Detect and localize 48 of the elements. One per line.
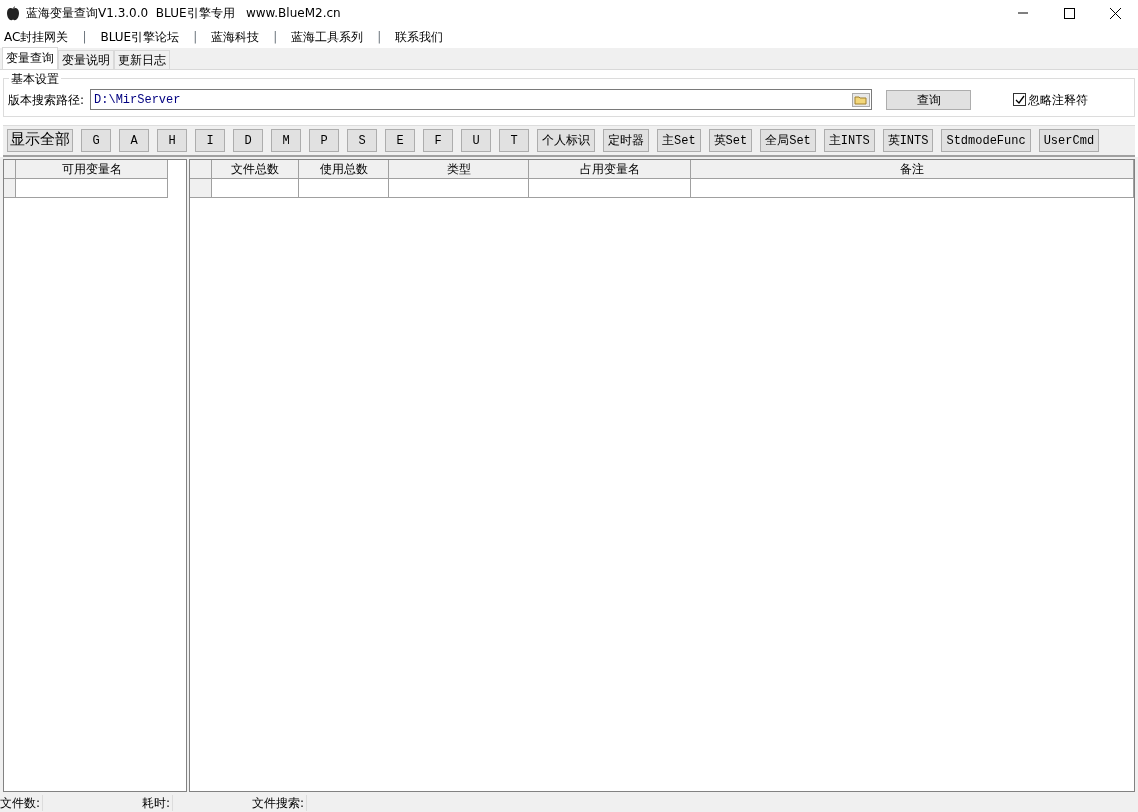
filter-button[interactable]: 主Set bbox=[657, 129, 701, 152]
status-label: 耗时: bbox=[142, 795, 172, 812]
tab[interactable]: 更新日志 bbox=[114, 50, 170, 69]
filter-button[interactable]: 英INTS bbox=[882, 129, 934, 152]
menu-item[interactable]: 联系我们 bbox=[395, 28, 444, 46]
filter-button[interactable]: H bbox=[157, 129, 187, 152]
filter-button[interactable]: 英Set bbox=[708, 129, 753, 152]
group-title: 基本设置 bbox=[9, 70, 61, 88]
tab[interactable]: 变量说明 bbox=[58, 50, 114, 69]
filter-button[interactable]: 显示全部 bbox=[7, 129, 73, 152]
row-indicator bbox=[4, 179, 16, 198]
menu-separator: | bbox=[193, 29, 198, 46]
maximize-icon[interactable] bbox=[1063, 7, 1075, 19]
close-icon[interactable] bbox=[1109, 7, 1121, 19]
filter-button[interactable]: 全局Set bbox=[760, 129, 816, 152]
filter-button[interactable]: A bbox=[119, 129, 149, 152]
filter-button[interactable]: P bbox=[309, 129, 339, 152]
filter-button[interactable]: U bbox=[461, 129, 491, 152]
menu-item[interactable]: AC封挂网关 bbox=[4, 28, 69, 46]
status-label: 文件搜索: bbox=[252, 795, 306, 812]
filter-button[interactable]: StdmodeFunc bbox=[941, 129, 1031, 152]
menu-separator: | bbox=[273, 29, 278, 46]
filter-button[interactable]: M bbox=[271, 129, 301, 152]
query-button[interactable]: 查询 bbox=[886, 89, 971, 110]
filter-button[interactable]: 个人标识 bbox=[537, 129, 595, 152]
filter-button[interactable]: I bbox=[195, 129, 225, 152]
filter-button[interactable]: 主INTS bbox=[823, 129, 875, 152]
menu-item[interactable]: 蓝海工具系列 bbox=[291, 28, 364, 46]
menu-item[interactable]: BLUE引擎论坛 bbox=[100, 28, 180, 46]
checkbox[interactable] bbox=[1013, 93, 1026, 106]
app-icon bbox=[6, 5, 20, 21]
filter-button[interactable]: UserCmd bbox=[1038, 129, 1100, 152]
filter-button[interactable]: E bbox=[385, 129, 415, 152]
checkbox-label: 忽略注释符 bbox=[1028, 91, 1088, 109]
filter-button[interactable]: T bbox=[499, 129, 529, 152]
window-title: 蓝海变量查询V1.3.0.0 BLUE引擎专用 www.BlueM2.cn bbox=[26, 5, 341, 22]
field-label: 版本搜索路径: bbox=[8, 91, 85, 109]
filter-button[interactable]: S bbox=[347, 129, 377, 152]
menu-separator: | bbox=[82, 29, 87, 46]
filter-button[interactable]: D bbox=[233, 129, 263, 152]
menu-separator: | bbox=[377, 29, 382, 46]
filter-button[interactable]: 定时器 bbox=[603, 129, 649, 152]
filter-button[interactable]: F bbox=[423, 129, 453, 152]
menu-item[interactable]: 蓝海科技 bbox=[211, 28, 260, 46]
row-indicator bbox=[190, 179, 212, 198]
filter-button[interactable]: G bbox=[81, 129, 111, 152]
tab[interactable]: 变量查询 bbox=[2, 47, 58, 69]
status-label: 文件数: bbox=[0, 795, 42, 812]
